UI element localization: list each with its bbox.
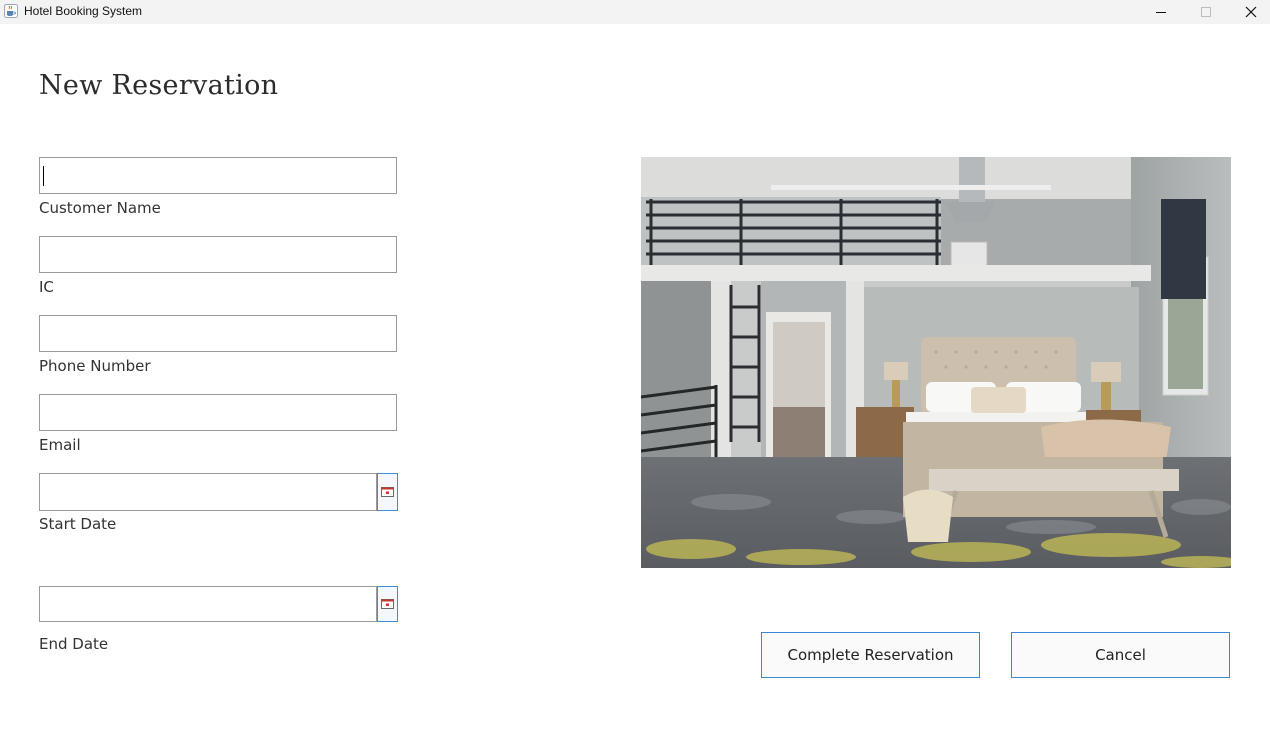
phone-number-label: Phone Number [39, 357, 151, 375]
complete-reservation-button[interactable]: Complete Reservation [761, 632, 980, 678]
customer-name-label: Customer Name [39, 199, 161, 217]
email-label: Email [39, 436, 81, 454]
ic-label: IC [39, 278, 54, 296]
text-caret [43, 166, 44, 186]
start-date-input[interactable] [39, 473, 377, 511]
hotel-room-photo [641, 157, 1231, 568]
calendar-icon [381, 487, 394, 497]
maximize-icon [1201, 7, 1211, 17]
email-input[interactable] [39, 394, 397, 431]
phone-number-input[interactable] [39, 315, 397, 352]
end-date-input[interactable] [39, 586, 377, 622]
minimize-button[interactable] [1138, 0, 1184, 24]
close-icon [1245, 6, 1257, 18]
end-date-picker-button[interactable] [377, 586, 398, 622]
close-button[interactable] [1228, 0, 1270, 24]
ic-input[interactable] [39, 236, 397, 273]
maximize-button[interactable] [1183, 0, 1229, 24]
minimize-icon [1156, 12, 1166, 13]
window-title: Hotel Booking System [24, 4, 143, 18]
cancel-button[interactable]: Cancel [1011, 632, 1230, 678]
end-date-label: End Date [39, 635, 109, 653]
start-date-label: Start Date [39, 515, 117, 533]
start-date-picker-button[interactable] [377, 473, 398, 511]
java-cup-icon [4, 4, 18, 18]
calendar-icon [381, 599, 394, 609]
customer-name-input[interactable] [39, 157, 397, 194]
page-title: New Reservation [39, 70, 279, 101]
title-bar: Hotel Booking System [0, 0, 1270, 24]
